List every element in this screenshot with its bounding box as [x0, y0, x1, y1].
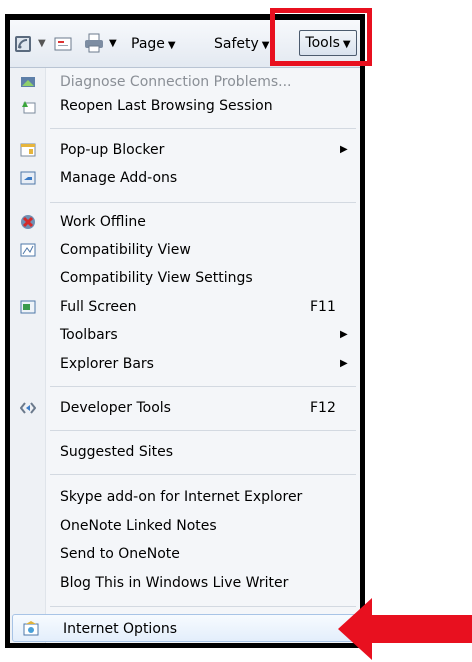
- menu-item-blog-this[interactable]: Blog This in Windows Live Writer: [10, 569, 360, 597]
- manage-addons-icon: [20, 171, 36, 185]
- menu-item-label: Internet Options: [63, 621, 178, 637]
- tools-menu-label: Tools: [305, 35, 340, 51]
- feeds-dropdown-caret-icon[interactable]: ▼: [38, 32, 46, 56]
- menu-item-internet-options[interactable]: Internet Options: [12, 614, 358, 642]
- submenu-arrow-icon: ▶: [340, 358, 348, 369]
- internet-options-icon: [23, 621, 39, 636]
- page-caret-icon: ▼: [167, 40, 176, 51]
- menu-separator: [50, 474, 356, 475]
- menu-item-developer-tools[interactable]: Developer Tools F12: [10, 394, 360, 422]
- print-icon[interactable]: [84, 33, 104, 53]
- menu-item-label: Developer Tools: [60, 400, 171, 416]
- menu-item-explorer-bars[interactable]: Explorer Bars ▶: [10, 350, 360, 378]
- menu-item-work-offline[interactable]: Work Offline: [10, 208, 360, 236]
- command-bar: ▼ ▼ Page ▼ Safety ▼ Tools ▼: [10, 20, 360, 68]
- menu-item-popup-blocker[interactable]: Pop-up Blocker ▶: [10, 136, 360, 164]
- menu-separator: [50, 386, 356, 387]
- menu-item-label: Explorer Bars: [60, 356, 154, 372]
- safety-menu-label: Safety: [214, 36, 259, 52]
- submenu-arrow-icon: ▶: [340, 144, 348, 155]
- menu-item-suggested-sites[interactable]: Suggested Sites: [10, 438, 360, 466]
- menu-item-label: Pop-up Blocker: [60, 142, 165, 158]
- print-dropdown-caret-icon[interactable]: ▼: [109, 32, 117, 56]
- menu-item-label: Blog This in Windows Live Writer: [60, 575, 289, 591]
- menu-item-label: Work Offline: [60, 214, 146, 230]
- menu-item-full-screen[interactable]: Full Screen F11: [10, 293, 360, 321]
- menu-item-compatibility-view-settings[interactable]: Compatibility View Settings: [10, 264, 360, 292]
- pointer-arrow-icon: [338, 598, 472, 660]
- shortcut-label: F11: [310, 299, 336, 315]
- menu-item-label: Manage Add-ons: [60, 170, 178, 186]
- menu-item-toolbars[interactable]: Toolbars ▶: [10, 321, 360, 349]
- tools-caret-icon: ▼: [342, 39, 351, 50]
- menu-item-label: Compatibility View: [60, 242, 191, 258]
- menu-item-label: Reopen Last Browsing Session: [60, 98, 273, 114]
- tools-menu-button[interactable]: Tools ▼: [299, 30, 357, 56]
- full-screen-icon: [20, 300, 36, 314]
- feeds-icon[interactable]: [14, 35, 32, 53]
- submenu-arrow-icon: ▶: [340, 329, 348, 340]
- menu-item-label: Compatibility View Settings: [60, 270, 253, 286]
- menu-item-reopen-session[interactable]: Reopen Last Browsing Session: [10, 92, 360, 120]
- compatibility-view-icon: [20, 243, 36, 257]
- menu-item-skype-addon[interactable]: Skype add-on for Internet Explorer: [10, 483, 360, 511]
- shortcut-label: F12: [310, 400, 336, 416]
- developer-tools-icon: [20, 402, 36, 414]
- menu-separator: [50, 606, 356, 607]
- work-offline-icon: [21, 215, 35, 229]
- safety-menu-button[interactable]: Safety ▼: [214, 32, 270, 56]
- menu-item-label: Full Screen: [60, 299, 137, 315]
- tools-dropdown-menu: Diagnose Connection Problems... Reopen L…: [10, 68, 360, 643]
- menu-item-label: Toolbars: [60, 327, 118, 343]
- menu-item-label: OneNote Linked Notes: [60, 518, 217, 534]
- safety-caret-icon: ▼: [261, 40, 270, 51]
- page-menu-button[interactable]: Page ▼: [131, 32, 176, 56]
- menu-item-compatibility-view[interactable]: Compatibility View: [10, 236, 360, 264]
- reopen-session-icon: [22, 101, 36, 114]
- read-mail-icon[interactable]: [54, 37, 72, 51]
- page-menu-label: Page: [131, 36, 165, 52]
- network-diagnose-icon: [21, 77, 35, 87]
- menu-item-manage-addons[interactable]: Manage Add-ons: [10, 164, 360, 192]
- menu-item-label: Suggested Sites: [60, 444, 174, 460]
- menu-item-onenote-linked-notes[interactable]: OneNote Linked Notes: [10, 512, 360, 540]
- menu-item-send-to-onenote[interactable]: Send to OneNote: [10, 540, 360, 568]
- popup-blocker-icon: [20, 143, 36, 157]
- menu-separator: [50, 128, 356, 129]
- menu-separator: [50, 430, 356, 431]
- menu-item-label: Send to OneNote: [60, 546, 180, 562]
- menu-item-label: Skype add-on for Internet Explorer: [60, 489, 303, 505]
- menu-separator: [50, 202, 356, 203]
